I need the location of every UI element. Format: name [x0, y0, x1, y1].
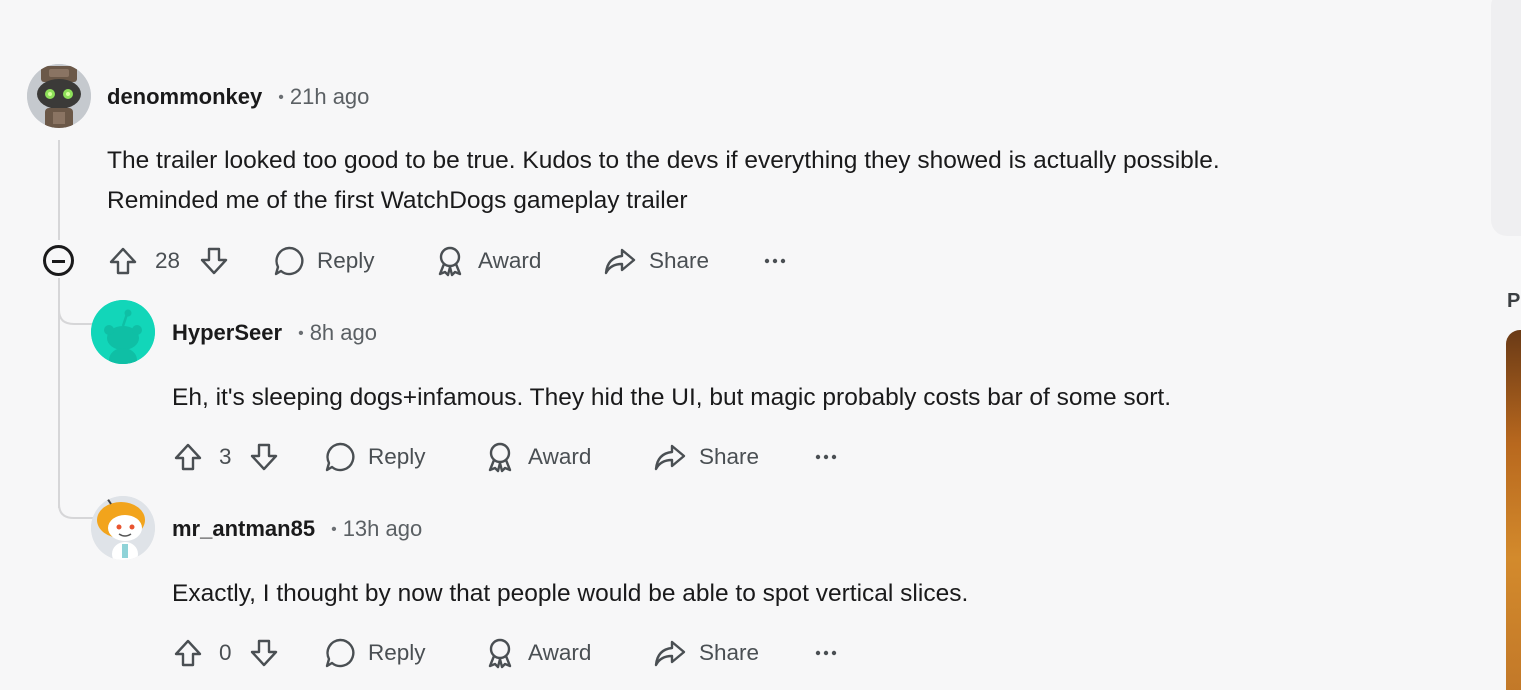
ellipsis-icon [815, 454, 837, 460]
reply-label: Reply [368, 640, 426, 665]
comment-body-line: Exactly, I thought by now that people wo… [172, 580, 969, 607]
author-name[interactable]: mr_antman85 [172, 516, 315, 542]
downvote-arrow-icon [250, 443, 278, 471]
vote-score: 0 [219, 640, 232, 665]
share-button[interactable]: Share [603, 241, 709, 281]
more-options-button[interactable] [814, 437, 838, 477]
upvote-button[interactable] [172, 437, 204, 477]
ellipsis-icon [764, 258, 786, 264]
comment-timestamp[interactable]: 13h ago [343, 516, 423, 542]
award-label: Award [528, 444, 592, 469]
comment-bubble-icon [325, 638, 355, 668]
reply-button[interactable]: Reply [273, 241, 375, 281]
award-button[interactable]: Award [434, 241, 541, 281]
share-button[interactable]: Share [653, 437, 759, 477]
comment-meta: mr_antman85 • 13h ago [172, 516, 422, 542]
comment-body-line: Eh, it's sleeping dogs+infamous. They hi… [172, 384, 1172, 411]
comment-actions: 0 Reply Award Share [172, 633, 872, 673]
share-label: Share [699, 640, 760, 665]
more-options-button[interactable] [814, 633, 838, 673]
comment-actions: 28 Reply Award Share [107, 241, 807, 281]
downvote-button[interactable] [248, 437, 280, 477]
reply-button[interactable]: Reply [324, 437, 426, 477]
author-name[interactable]: denommonkey [107, 84, 262, 110]
vote-score: 28 [155, 248, 181, 273]
reply-label: Reply [368, 444, 426, 469]
comment-body: Eh, it's sleeping dogs+infamous. They hi… [172, 378, 1171, 418]
more-options-button[interactable] [763, 241, 787, 281]
share-arrow-icon [654, 444, 686, 471]
upvote-arrow-icon [174, 639, 202, 667]
meta-separator: • [298, 325, 304, 342]
downvote-arrow-icon [200, 247, 228, 275]
share-button[interactable]: Share [653, 633, 759, 673]
comment-timestamp[interactable]: 8h ago [310, 320, 377, 346]
comment-thread-page: denommonkey • 21h ago The trailer looked… [0, 0, 1521, 690]
reply-button[interactable]: Reply [324, 633, 426, 673]
reply-label: Reply [317, 248, 375, 273]
comment-body-line: Reminded me of the first WatchDogs gamep… [107, 187, 688, 214]
sidebar-card [1491, 0, 1521, 236]
upvote-button[interactable] [107, 241, 139, 281]
comment-actions: 3 Reply Award Share [172, 437, 872, 477]
downvote-arrow-icon [250, 639, 278, 667]
meta-separator: • [278, 89, 284, 106]
downvote-button[interactable] [198, 241, 230, 281]
award-icon [488, 638, 512, 669]
comment-meta: denommonkey • 21h ago [107, 84, 369, 110]
thread-curve-1 [58, 300, 94, 325]
comment-bubble-icon [274, 246, 304, 276]
comment-bubble-icon [325, 442, 355, 472]
thread-line-main[interactable] [58, 140, 60, 240]
downvote-button[interactable] [248, 633, 280, 673]
share-label: Share [699, 444, 760, 469]
author-name[interactable]: HyperSeer [172, 320, 282, 346]
upvote-button[interactable] [172, 633, 204, 673]
award-label: Award [528, 640, 592, 665]
comment-body-line: The trailer looked too good to be true. … [107, 147, 1220, 174]
robot-avatar-icon[interactable] [27, 64, 91, 128]
vote-score: 3 [219, 444, 232, 469]
award-button[interactable]: Award [484, 633, 591, 673]
comment-meta: HyperSeer • 8h ago [172, 320, 377, 346]
thread-curve-2 [58, 494, 94, 519]
award-button[interactable]: Award [484, 437, 591, 477]
comment-body: Exactly, I thought by now that people wo… [172, 574, 968, 614]
meta-separator: • [331, 521, 337, 538]
sidebar-heading-fragment: P [1507, 290, 1521, 312]
upvote-arrow-icon [174, 443, 202, 471]
snoo-avatar-icon[interactable] [91, 496, 155, 560]
share-arrow-icon [654, 640, 686, 667]
comment-body: The trailer looked too good to be true. … [107, 141, 1220, 221]
award-label: Award [478, 248, 542, 273]
snoo-avatar-icon[interactable] [91, 300, 155, 364]
collapse-thread-button[interactable] [43, 245, 74, 276]
ellipsis-icon [815, 650, 837, 656]
award-icon [488, 442, 512, 473]
sidebar-thumbnail[interactable] [1506, 330, 1521, 690]
share-label: Share [649, 248, 710, 273]
comment-timestamp[interactable]: 21h ago [290, 84, 370, 110]
award-icon [438, 246, 462, 277]
upvote-arrow-icon [109, 247, 137, 275]
share-arrow-icon [604, 248, 636, 275]
